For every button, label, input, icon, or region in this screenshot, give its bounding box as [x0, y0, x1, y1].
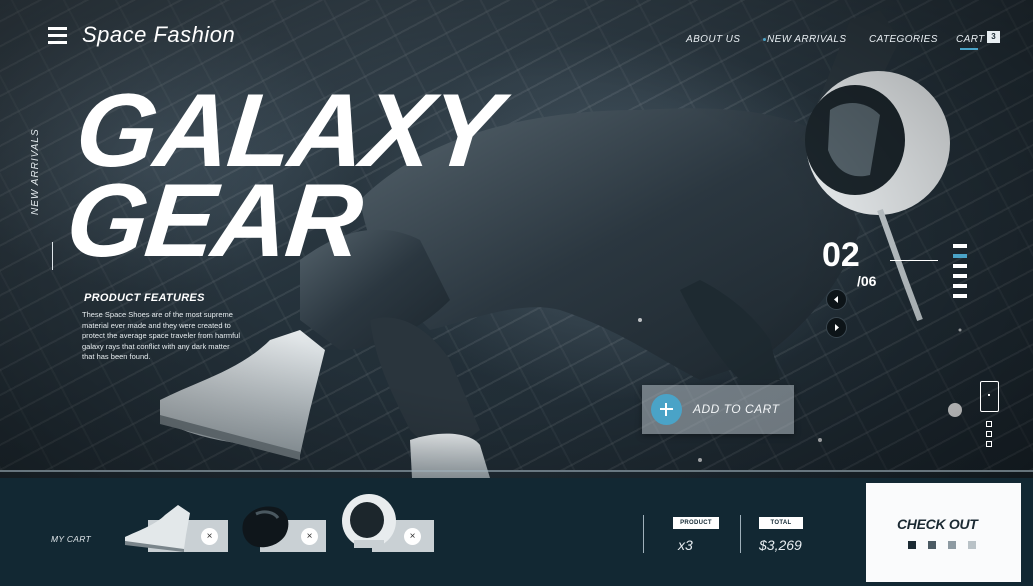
slide-indicator[interactable]: [953, 284, 967, 288]
next-slide-button[interactable]: [826, 317, 847, 338]
plus-icon: [651, 394, 682, 425]
close-icon[interactable]: ×: [201, 528, 218, 545]
close-icon[interactable]: ×: [301, 528, 318, 545]
nav-cart[interactable]: CART: [956, 34, 985, 45]
page-dot[interactable]: [986, 441, 992, 447]
slide-total: /06: [857, 273, 877, 289]
hero-divider: [0, 470, 1033, 472]
hero-title-line2: GEAR: [61, 163, 366, 279]
cart-divider: [643, 515, 644, 553]
add-to-cart-label: ADD TO CART: [693, 402, 780, 416]
product-features-text: These Space Shoes are of the most suprem…: [82, 310, 240, 361]
nav-new-arrivals[interactable]: NEW ARRIVALS: [767, 34, 846, 45]
cart-active-indicator: [960, 48, 978, 50]
product-count: x3: [678, 537, 693, 553]
page-dots: [986, 421, 992, 451]
boot-thumbnail: [125, 505, 190, 552]
phone-icon[interactable]: [980, 381, 999, 412]
arrow-right-icon: [835, 324, 839, 331]
arrow-left-icon: [834, 296, 838, 303]
product-features-title: PRODUCT FEATURES: [84, 292, 205, 304]
slide-indicator-active[interactable]: [953, 254, 967, 258]
slide-divider: [890, 260, 938, 261]
gloves-thumbnail: [242, 506, 289, 548]
total-pill: TOTAL: [759, 517, 803, 529]
slide-current: 02: [822, 236, 860, 274]
checkout-dot: [908, 541, 916, 549]
close-icon[interactable]: ×: [404, 528, 421, 545]
total-value: $3,269: [759, 537, 802, 553]
add-to-cart-button[interactable]: ADD TO CART: [642, 385, 794, 434]
nav-dot-icon: [763, 38, 766, 41]
prev-slide-button[interactable]: [826, 289, 847, 310]
hero-section: Space Fashion ABOUT US NEW ARRIVALS CATE…: [0, 0, 1033, 586]
cart-count-badge: 3: [987, 31, 1000, 43]
slide-indicator[interactable]: [953, 244, 967, 248]
slide-indicators: [953, 244, 967, 304]
side-label-line: [52, 242, 53, 270]
checkout-label: CHECK OUT: [897, 516, 978, 532]
slide-indicator[interactable]: [953, 294, 967, 298]
hero-title: GALAXY GEAR: [61, 73, 504, 279]
page-dot[interactable]: [986, 421, 992, 427]
checkout-dot: [928, 541, 936, 549]
checkout-button[interactable]: CHECK OUT: [866, 483, 1021, 582]
nav-about-us[interactable]: ABOUT US: [686, 34, 740, 45]
slide-indicator[interactable]: [953, 264, 967, 268]
helmet-thumbnail: [342, 494, 396, 548]
slide-indicator[interactable]: [953, 274, 967, 278]
side-label-new-arrivals: NEW ARRIVALS: [30, 128, 41, 215]
menu-icon[interactable]: [48, 27, 67, 44]
brand-logo[interactable]: Space Fashion: [82, 22, 235, 48]
page-dot[interactable]: [986, 431, 992, 437]
checkout-dot: [948, 541, 956, 549]
cart-divider: [740, 515, 741, 553]
my-cart-label: MY CART: [51, 534, 92, 544]
checkout-dot: [968, 541, 976, 549]
nav-categories[interactable]: CATEGORIES: [869, 34, 938, 45]
product-pill: PRODUCT: [673, 517, 719, 529]
